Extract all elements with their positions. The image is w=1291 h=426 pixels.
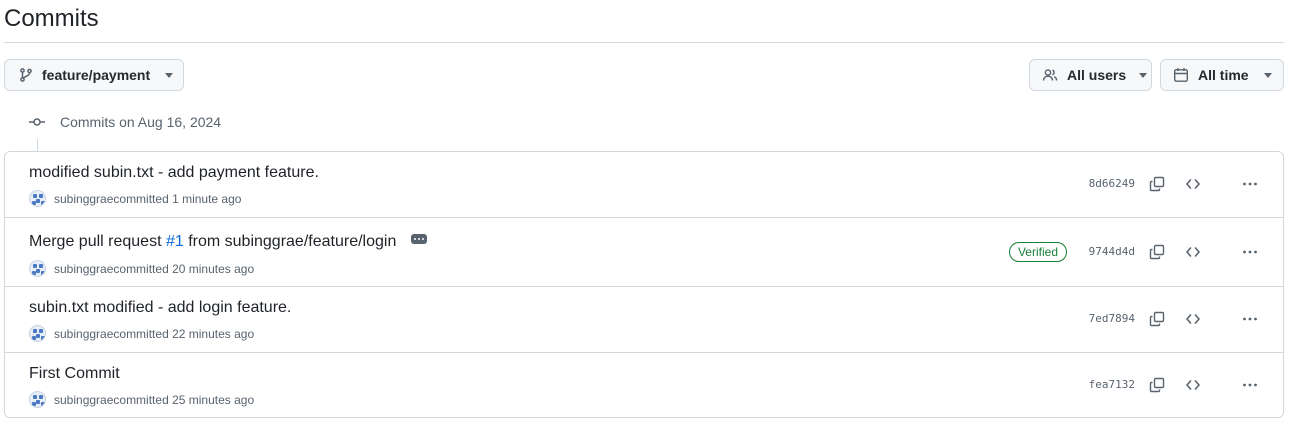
kebab-horizontal-icon[interactable] — [1241, 243, 1259, 261]
chevron-down-icon — [1263, 67, 1273, 83]
avatar[interactable] — [29, 260, 46, 277]
users-filter-button[interactable]: All users — [1029, 59, 1152, 91]
commit-author-link[interactable]: subinggrae — [54, 327, 113, 341]
pull-request-link[interactable]: #1 — [166, 233, 184, 250]
commit-message-link[interactable]: Merge pull request — [29, 233, 166, 250]
commit-sha-link[interactable]: 7ed7894 — [1089, 312, 1135, 325]
commit-author-link[interactable]: subinggrae — [54, 393, 113, 407]
commit-list: modified subin.txt - add payment feature… — [4, 151, 1284, 418]
commit-meta: subinggrae committed 22 minutes ago — [29, 325, 254, 342]
copy-icon[interactable] — [1148, 310, 1166, 328]
commit-message: Merge pull request #1 from subinggrae/fe… — [29, 233, 427, 251]
chevron-down-icon — [164, 67, 174, 83]
commit-sha-link[interactable]: 9744d4d — [1089, 245, 1135, 258]
copy-icon[interactable] — [1148, 175, 1166, 193]
people-icon — [1042, 67, 1058, 83]
kebab-horizontal-icon[interactable] — [1241, 376, 1259, 394]
commit-time-text: committed 22 minutes ago — [113, 326, 255, 341]
code-icon[interactable] — [1184, 243, 1202, 261]
users-filter-label: All users — [1067, 67, 1127, 83]
commit-group-heading: Commits on Aug 16, 2024 — [28, 113, 221, 131]
commit-author-link[interactable]: subinggrae — [54, 192, 113, 206]
commit-group-date: Commits on Aug 16, 2024 — [60, 114, 222, 130]
commit-row: subin.txt modified - add login feature. … — [5, 287, 1283, 353]
git-commit-icon — [28, 113, 46, 131]
commit-meta: subinggrae committed 20 minutes ago — [29, 260, 254, 277]
commit-time-text: committed 25 minutes ago — [113, 392, 255, 407]
expand-message-button[interactable] — [410, 233, 427, 244]
avatar[interactable] — [29, 325, 46, 342]
calendar-icon — [1173, 67, 1189, 83]
git-branch-icon — [18, 67, 34, 83]
kebab-horizontal-icon[interactable] — [1241, 310, 1259, 328]
kebab-horizontal-icon[interactable] — [1241, 175, 1259, 193]
branch-selector-label: feature/payment — [42, 67, 151, 83]
commit-row: modified subin.txt - add payment feature… — [5, 152, 1283, 218]
commit-meta: subinggrae committed 25 minutes ago — [29, 391, 254, 408]
commit-time-text: committed 1 minute ago — [113, 191, 242, 206]
commit-message-link[interactable]: from subinggrae/feature/login — [184, 233, 396, 250]
avatar[interactable] — [29, 391, 46, 408]
commit-time-text: committed 20 minutes ago — [113, 261, 255, 276]
time-filter-label: All time — [1198, 67, 1249, 83]
commit-message-link[interactable]: subin.txt modified - add login feature. — [29, 299, 291, 317]
commit-meta: subinggrae committed 1 minute ago — [29, 190, 241, 207]
verified-badge[interactable]: Verified — [1008, 242, 1067, 262]
chevron-down-icon — [1138, 67, 1148, 83]
copy-icon[interactable] — [1148, 376, 1166, 394]
commit-row: First Commit subinggrae committed 25 min… — [5, 353, 1283, 417]
branch-selector-button[interactable]: feature/payment — [4, 59, 184, 91]
title-divider — [4, 42, 1284, 43]
commit-message-link[interactable]: First Commit — [29, 365, 120, 383]
code-icon[interactable] — [1184, 175, 1202, 193]
commit-author-link[interactable]: subinggrae — [54, 262, 113, 276]
page-title: Commits — [4, 5, 99, 32]
avatar[interactable] — [29, 190, 46, 207]
commit-message-link[interactable]: modified subin.txt - add payment feature… — [29, 164, 319, 182]
copy-icon[interactable] — [1148, 243, 1166, 261]
commit-row: Merge pull request #1 from subinggrae/fe… — [5, 218, 1283, 287]
time-filter-button[interactable]: All time — [1160, 59, 1284, 91]
commit-sha-link[interactable]: fea7132 — [1089, 378, 1135, 391]
code-icon[interactable] — [1184, 376, 1202, 394]
code-icon[interactable] — [1184, 310, 1202, 328]
commit-sha-link[interactable]: 8d66249 — [1089, 177, 1135, 190]
